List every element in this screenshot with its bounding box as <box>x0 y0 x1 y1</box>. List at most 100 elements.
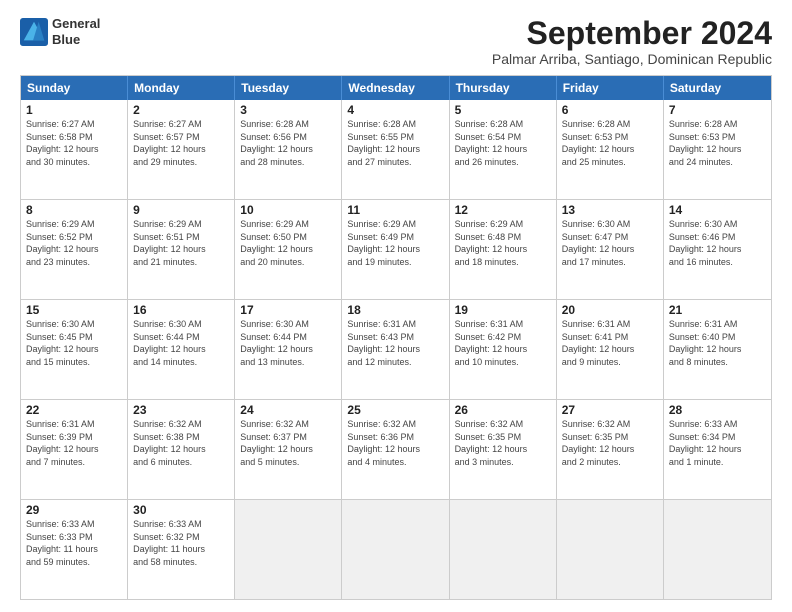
day-number: 25 <box>347 403 443 417</box>
calendar-cell: 29Sunrise: 6:33 AM Sunset: 6:33 PM Dayli… <box>21 500 128 599</box>
header-monday: Monday <box>128 76 235 100</box>
calendar-cell <box>664 500 771 599</box>
cell-info: Sunrise: 6:32 AM Sunset: 6:35 PM Dayligh… <box>455 418 551 468</box>
logo-line1: General <box>52 16 100 32</box>
day-number: 19 <box>455 303 551 317</box>
calendar-row: 29Sunrise: 6:33 AM Sunset: 6:33 PM Dayli… <box>21 499 771 599</box>
calendar-header: Sunday Monday Tuesday Wednesday Thursday… <box>21 76 771 100</box>
cell-info: Sunrise: 6:29 AM Sunset: 6:48 PM Dayligh… <box>455 218 551 268</box>
calendar-body: 1Sunrise: 6:27 AM Sunset: 6:58 PM Daylig… <box>21 100 771 599</box>
day-number: 21 <box>669 303 766 317</box>
calendar-cell: 10Sunrise: 6:29 AM Sunset: 6:50 PM Dayli… <box>235 200 342 299</box>
calendar-row: 8Sunrise: 6:29 AM Sunset: 6:52 PM Daylig… <box>21 199 771 299</box>
day-number: 20 <box>562 303 658 317</box>
calendar-cell: 18Sunrise: 6:31 AM Sunset: 6:43 PM Dayli… <box>342 300 449 399</box>
day-number: 24 <box>240 403 336 417</box>
calendar-cell: 4Sunrise: 6:28 AM Sunset: 6:55 PM Daylig… <box>342 100 449 199</box>
cell-info: Sunrise: 6:32 AM Sunset: 6:37 PM Dayligh… <box>240 418 336 468</box>
day-number: 4 <box>347 103 443 117</box>
cell-info: Sunrise: 6:31 AM Sunset: 6:40 PM Dayligh… <box>669 318 766 368</box>
cell-info: Sunrise: 6:33 AM Sunset: 6:32 PM Dayligh… <box>133 518 229 568</box>
calendar-cell <box>450 500 557 599</box>
day-number: 29 <box>26 503 122 517</box>
cell-info: Sunrise: 6:28 AM Sunset: 6:56 PM Dayligh… <box>240 118 336 168</box>
day-number: 22 <box>26 403 122 417</box>
day-number: 28 <box>669 403 766 417</box>
calendar-row: 15Sunrise: 6:30 AM Sunset: 6:45 PM Dayli… <box>21 299 771 399</box>
cell-info: Sunrise: 6:28 AM Sunset: 6:53 PM Dayligh… <box>669 118 766 168</box>
day-number: 14 <box>669 203 766 217</box>
calendar-cell: 12Sunrise: 6:29 AM Sunset: 6:48 PM Dayli… <box>450 200 557 299</box>
cell-info: Sunrise: 6:32 AM Sunset: 6:36 PM Dayligh… <box>347 418 443 468</box>
cell-info: Sunrise: 6:27 AM Sunset: 6:57 PM Dayligh… <box>133 118 229 168</box>
page: General Blue September 2024 Palmar Arrib… <box>0 0 792 612</box>
day-number: 18 <box>347 303 443 317</box>
calendar: Sunday Monday Tuesday Wednesday Thursday… <box>20 75 772 600</box>
logo: General Blue <box>20 16 100 47</box>
calendar-cell: 8Sunrise: 6:29 AM Sunset: 6:52 PM Daylig… <box>21 200 128 299</box>
cell-info: Sunrise: 6:31 AM Sunset: 6:42 PM Dayligh… <box>455 318 551 368</box>
cell-info: Sunrise: 6:29 AM Sunset: 6:52 PM Dayligh… <box>26 218 122 268</box>
day-number: 27 <box>562 403 658 417</box>
day-number: 7 <box>669 103 766 117</box>
calendar-cell: 11Sunrise: 6:29 AM Sunset: 6:49 PM Dayli… <box>342 200 449 299</box>
day-number: 3 <box>240 103 336 117</box>
calendar-cell <box>342 500 449 599</box>
calendar-cell: 13Sunrise: 6:30 AM Sunset: 6:47 PM Dayli… <box>557 200 664 299</box>
day-number: 11 <box>347 203 443 217</box>
cell-info: Sunrise: 6:33 AM Sunset: 6:33 PM Dayligh… <box>26 518 122 568</box>
day-number: 8 <box>26 203 122 217</box>
day-number: 26 <box>455 403 551 417</box>
cell-info: Sunrise: 6:31 AM Sunset: 6:39 PM Dayligh… <box>26 418 122 468</box>
cell-info: Sunrise: 6:31 AM Sunset: 6:43 PM Dayligh… <box>347 318 443 368</box>
calendar-cell: 3Sunrise: 6:28 AM Sunset: 6:56 PM Daylig… <box>235 100 342 199</box>
header-wednesday: Wednesday <box>342 76 449 100</box>
calendar-cell: 26Sunrise: 6:32 AM Sunset: 6:35 PM Dayli… <box>450 400 557 499</box>
calendar-cell: 30Sunrise: 6:33 AM Sunset: 6:32 PM Dayli… <box>128 500 235 599</box>
day-number: 13 <box>562 203 658 217</box>
cell-info: Sunrise: 6:30 AM Sunset: 6:44 PM Dayligh… <box>133 318 229 368</box>
calendar-cell: 9Sunrise: 6:29 AM Sunset: 6:51 PM Daylig… <box>128 200 235 299</box>
day-number: 10 <box>240 203 336 217</box>
calendar-cell: 5Sunrise: 6:28 AM Sunset: 6:54 PM Daylig… <box>450 100 557 199</box>
header-saturday: Saturday <box>664 76 771 100</box>
calendar-cell: 7Sunrise: 6:28 AM Sunset: 6:53 PM Daylig… <box>664 100 771 199</box>
cell-info: Sunrise: 6:29 AM Sunset: 6:49 PM Dayligh… <box>347 218 443 268</box>
calendar-cell: 27Sunrise: 6:32 AM Sunset: 6:35 PM Dayli… <box>557 400 664 499</box>
day-number: 6 <box>562 103 658 117</box>
cell-info: Sunrise: 6:30 AM Sunset: 6:46 PM Dayligh… <box>669 218 766 268</box>
logo-text: General Blue <box>52 16 100 47</box>
calendar-cell: 21Sunrise: 6:31 AM Sunset: 6:40 PM Dayli… <box>664 300 771 399</box>
cell-info: Sunrise: 6:33 AM Sunset: 6:34 PM Dayligh… <box>669 418 766 468</box>
calendar-cell: 16Sunrise: 6:30 AM Sunset: 6:44 PM Dayli… <box>128 300 235 399</box>
cell-info: Sunrise: 6:28 AM Sunset: 6:55 PM Dayligh… <box>347 118 443 168</box>
calendar-cell: 1Sunrise: 6:27 AM Sunset: 6:58 PM Daylig… <box>21 100 128 199</box>
calendar-cell: 23Sunrise: 6:32 AM Sunset: 6:38 PM Dayli… <box>128 400 235 499</box>
calendar-cell: 19Sunrise: 6:31 AM Sunset: 6:42 PM Dayli… <box>450 300 557 399</box>
day-number: 17 <box>240 303 336 317</box>
calendar-cell <box>235 500 342 599</box>
cell-info: Sunrise: 6:32 AM Sunset: 6:35 PM Dayligh… <box>562 418 658 468</box>
calendar-cell: 28Sunrise: 6:33 AM Sunset: 6:34 PM Dayli… <box>664 400 771 499</box>
calendar-cell <box>557 500 664 599</box>
day-number: 12 <box>455 203 551 217</box>
cell-info: Sunrise: 6:27 AM Sunset: 6:58 PM Dayligh… <box>26 118 122 168</box>
logo-line2: Blue <box>52 32 100 48</box>
calendar-cell: 25Sunrise: 6:32 AM Sunset: 6:36 PM Dayli… <box>342 400 449 499</box>
cell-info: Sunrise: 6:30 AM Sunset: 6:47 PM Dayligh… <box>562 218 658 268</box>
day-number: 9 <box>133 203 229 217</box>
day-number: 30 <box>133 503 229 517</box>
cell-info: Sunrise: 6:29 AM Sunset: 6:50 PM Dayligh… <box>240 218 336 268</box>
header-thursday: Thursday <box>450 76 557 100</box>
header: General Blue September 2024 Palmar Arrib… <box>20 16 772 67</box>
day-number: 15 <box>26 303 122 317</box>
cell-info: Sunrise: 6:31 AM Sunset: 6:41 PM Dayligh… <box>562 318 658 368</box>
cell-info: Sunrise: 6:30 AM Sunset: 6:44 PM Dayligh… <box>240 318 336 368</box>
header-sunday: Sunday <box>21 76 128 100</box>
cell-info: Sunrise: 6:30 AM Sunset: 6:45 PM Dayligh… <box>26 318 122 368</box>
calendar-cell: 14Sunrise: 6:30 AM Sunset: 6:46 PM Dayli… <box>664 200 771 299</box>
calendar-cell: 17Sunrise: 6:30 AM Sunset: 6:44 PM Dayli… <box>235 300 342 399</box>
location-subtitle: Palmar Arriba, Santiago, Dominican Repub… <box>492 51 772 67</box>
day-number: 1 <box>26 103 122 117</box>
title-block: September 2024 Palmar Arriba, Santiago, … <box>492 16 772 67</box>
